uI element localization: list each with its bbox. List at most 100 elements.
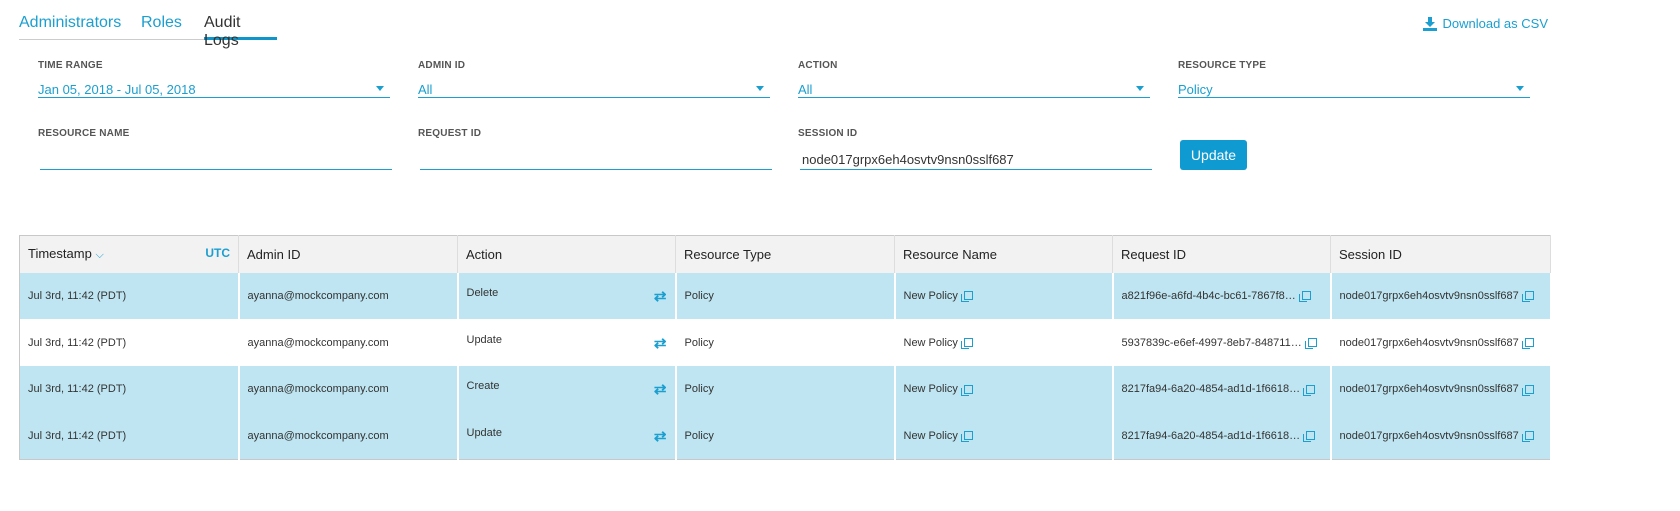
admin-id-label: ADMIN ID (418, 60, 466, 71)
resource-type-value: Policy (1178, 82, 1213, 97)
action-value: Update (466, 333, 502, 346)
admin-id-select[interactable]: All (418, 78, 770, 98)
admin-id-cell: ayanna@mockcompany.com (238, 412, 459, 460)
copy-icon[interactable] (1298, 291, 1311, 303)
session-id-value: node017grpx6eh4osvtv9nsn0sslf687 (1339, 336, 1519, 349)
session-id-cell: node017grpx6eh4osvtv9nsn0sslf687 (1330, 319, 1552, 366)
table-row[interactable]: Jul 3rd, 11:42 (PDT) ayanna@mockcompany.c… (19, 319, 1552, 366)
admin-id-cell: ayanna@mockcompany.com (238, 319, 459, 366)
action-cell: Create ⇄ (457, 365, 677, 413)
resource-name-cell: New Policy (894, 365, 1114, 413)
request-id-input[interactable] (420, 150, 772, 170)
copy-icon[interactable] (1303, 431, 1316, 443)
action-value: Delete (466, 286, 499, 299)
action-filter: ACTION All (798, 60, 1150, 98)
resource-type-cell: Policy (675, 319, 896, 366)
action-cell: Update ⇄ (457, 412, 677, 460)
request-id-cell: a821f96e-a6fd-4b4c-bc61-7867f8… (1112, 272, 1332, 320)
copy-icon[interactable] (1521, 384, 1534, 396)
caret-down-icon (1516, 86, 1524, 91)
download-csv-button[interactable]: Download as CSV (1422, 16, 1549, 31)
update-button[interactable]: Update (1180, 140, 1247, 170)
download-label: Download as CSV (1442, 16, 1549, 31)
resource-type-cell: Policy (675, 272, 896, 320)
session-id-cell: node017grpx6eh4osvtv9nsn0sslf687 (1330, 272, 1552, 320)
caret-down-icon (756, 86, 764, 91)
audit-log-table: Timestamp ⌵ UTC Admin ID Action Resource … (19, 235, 1552, 460)
resource-name-value: New Policy (903, 289, 958, 302)
compare-changes-icon[interactable]: ⇄ (654, 380, 667, 398)
compare-changes-icon[interactable]: ⇄ (654, 427, 667, 445)
compare-changes-icon[interactable]: ⇄ (654, 334, 667, 352)
resource-name-input[interactable] (40, 150, 392, 170)
admin-id-cell: ayanna@mockcompany.com (238, 272, 459, 320)
resource-type-cell: Policy (675, 412, 896, 460)
time-range-value: Jan 05, 2018 - Jul 05, 2018 (38, 82, 196, 97)
session-id-cell: node017grpx6eh4osvtv9nsn0sslf687 (1330, 365, 1552, 413)
resource-type-select[interactable]: Policy (1178, 78, 1530, 98)
resource-name-label: RESOURCE NAME (38, 128, 130, 139)
action-label: ACTION (798, 60, 838, 71)
timestamp-header[interactable]: Timestamp ⌵ UTC (19, 235, 239, 273)
table-row[interactable]: Jul 3rd, 11:42 (PDT) ayanna@mockcompany.c… (19, 412, 1552, 460)
tab-bar: Administrators Roles Audit Logs (19, 14, 277, 49)
time-range-select[interactable]: Jan 05, 2018 - Jul 05, 2018 (38, 78, 390, 98)
action-header: Action (457, 235, 676, 273)
action-value: Create (466, 380, 500, 393)
request-id-cell: 5937839c-e6ef-4997-8eb7-848711… (1112, 319, 1332, 366)
request-id-cell: 8217fa94-6a20-4854-ad1d-1f6618… (1112, 412, 1332, 460)
request-id-value: 8217fa94-6a20-4854-ad1d-1f6618… (1121, 429, 1301, 442)
table-row[interactable]: Jul 3rd, 11:42 (PDT) ayanna@mockcompany.c… (19, 365, 1552, 413)
resource-type-cell: Policy (675, 365, 896, 413)
request-id-value: a821f96e-a6fd-4b4c-bc61-7867f8… (1121, 289, 1296, 302)
copy-icon[interactable] (960, 431, 973, 443)
admin-id-cell: ayanna@mockcompany.com (238, 365, 459, 413)
resource-name-cell: New Policy (894, 412, 1114, 460)
request-id-value: 8217fa94-6a20-4854-ad1d-1f6618… (1121, 383, 1301, 396)
compare-changes-icon[interactable]: ⇄ (654, 287, 667, 305)
tab-audit-logs[interactable]: Audit Logs (204, 14, 277, 49)
time-range-label: TIME RANGE (38, 60, 103, 71)
resource-name-cell: New Policy (894, 319, 1114, 366)
timestamp-cell: Jul 3rd, 11:42 (PDT) (19, 412, 240, 460)
session-id-input[interactable] (800, 150, 1152, 170)
tab-administrators[interactable]: Administrators (19, 14, 121, 32)
resource-name-header: Resource Name (894, 235, 1113, 273)
action-value: All (798, 82, 813, 97)
resource-name-cell: New Policy (894, 272, 1114, 320)
copy-icon[interactable] (1304, 338, 1317, 350)
action-select[interactable]: All (798, 78, 1150, 98)
session-id-value: node017grpx6eh4osvtv9nsn0sslf687 (1339, 289, 1519, 302)
session-id-cell: node017grpx6eh4osvtv9nsn0sslf687 (1330, 412, 1552, 460)
session-id-filter: SESSION ID (798, 128, 1152, 172)
admin-id-value: All (418, 82, 433, 97)
tab-roles[interactable]: Roles (141, 14, 182, 32)
resource-name-value: New Policy (903, 336, 958, 349)
copy-icon[interactable] (960, 291, 973, 303)
table-row[interactable]: Jul 3rd, 11:42 (PDT) ayanna@mockcompany.c… (19, 272, 1552, 320)
request-id-header: Request ID (1112, 235, 1331, 273)
chevron-down-icon[interactable]: ⌵ (95, 249, 103, 261)
caret-down-icon (376, 86, 384, 91)
timestamp-cell: Jul 3rd, 11:42 (PDT) (19, 272, 240, 320)
session-id-header: Session ID (1330, 235, 1551, 273)
timestamp-header-label: Timestamp (28, 246, 92, 262)
timestamp-cell: Jul 3rd, 11:42 (PDT) (19, 365, 240, 413)
resource-name-value: New Policy (903, 383, 958, 396)
copy-icon[interactable] (960, 338, 973, 350)
action-cell: Update ⇄ (457, 319, 677, 366)
copy-icon[interactable] (1303, 384, 1316, 396)
request-id-cell: 8217fa94-6a20-4854-ad1d-1f6618… (1112, 365, 1332, 413)
admin-id-header: Admin ID (238, 235, 458, 273)
session-id-value: node017grpx6eh4osvtv9nsn0sslf687 (1339, 429, 1519, 442)
request-id-label: REQUEST ID (418, 128, 482, 139)
copy-icon[interactable] (1521, 431, 1534, 443)
caret-down-icon (1136, 86, 1144, 91)
copy-icon[interactable] (960, 384, 973, 396)
request-id-filter: REQUEST ID (418, 128, 772, 172)
utc-toggle[interactable]: UTC (205, 246, 230, 260)
copy-icon[interactable] (1521, 291, 1534, 303)
copy-icon[interactable] (1521, 338, 1534, 350)
resource-type-label: RESOURCE TYPE (1178, 60, 1267, 71)
admin-id-filter: ADMIN ID All (418, 60, 770, 98)
